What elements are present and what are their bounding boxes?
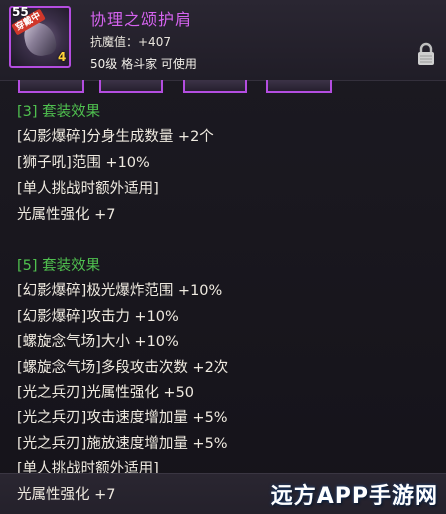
watermark-logo: 远方APP手游网	[270, 484, 438, 509]
set5-effect: [幻影爆碎]极光爆炸范围 +10%	[17, 283, 223, 299]
item-enhance-level: 4	[58, 50, 67, 64]
set5-effect: [幻影爆碎]攻击力 +10%	[17, 309, 179, 325]
set5-effect: [螺旋念气场]多段攻击次数 +2次	[17, 360, 229, 376]
item-requirement: 50级 格斗家 可使用	[90, 57, 197, 71]
item-stat: 抗魔值：+407	[90, 35, 171, 49]
set5-effect: 光属性强化 +7	[17, 487, 116, 503]
set-item-slot[interactable]	[266, 80, 332, 93]
set3-title: [3] 套装效果	[17, 104, 101, 120]
lock-icon[interactable]	[416, 42, 436, 66]
item-tooltip: 55 穿戴中 4 协理之颂护肩 抗魔值：+407 50级 格斗家 可使用 [3]…	[0, 0, 446, 514]
set3-effect: [单人挑战时额外适用]	[17, 181, 159, 197]
item-header: 55 穿戴中 4 协理之颂护肩 抗魔值：+407 50级 格斗家 可使用	[0, 0, 446, 81]
item-name: 协理之颂护肩	[90, 10, 193, 29]
set3-effect: [幻影爆碎]分身生成数量 +2个	[17, 129, 214, 145]
set5-effect: [光之兵刃]施放速度增加量 +5%	[17, 436, 228, 452]
set-item-slot[interactable]	[99, 80, 163, 93]
set5-effect: [光之兵刃]攻击速度增加量 +5%	[17, 410, 228, 426]
set5-effect: [光之兵刃]光属性强化 +50	[17, 385, 195, 401]
set-item-slot[interactable]	[18, 80, 84, 93]
set3-effect: 光属性强化 +7	[17, 207, 116, 223]
set5-effect: [螺旋念气场]大小 +10%	[17, 334, 179, 350]
set3-effect: [狮子吼]范围 +10%	[17, 155, 150, 171]
set-item-slot[interactable]	[183, 80, 247, 93]
set5-title: [5] 套装效果	[17, 258, 101, 274]
